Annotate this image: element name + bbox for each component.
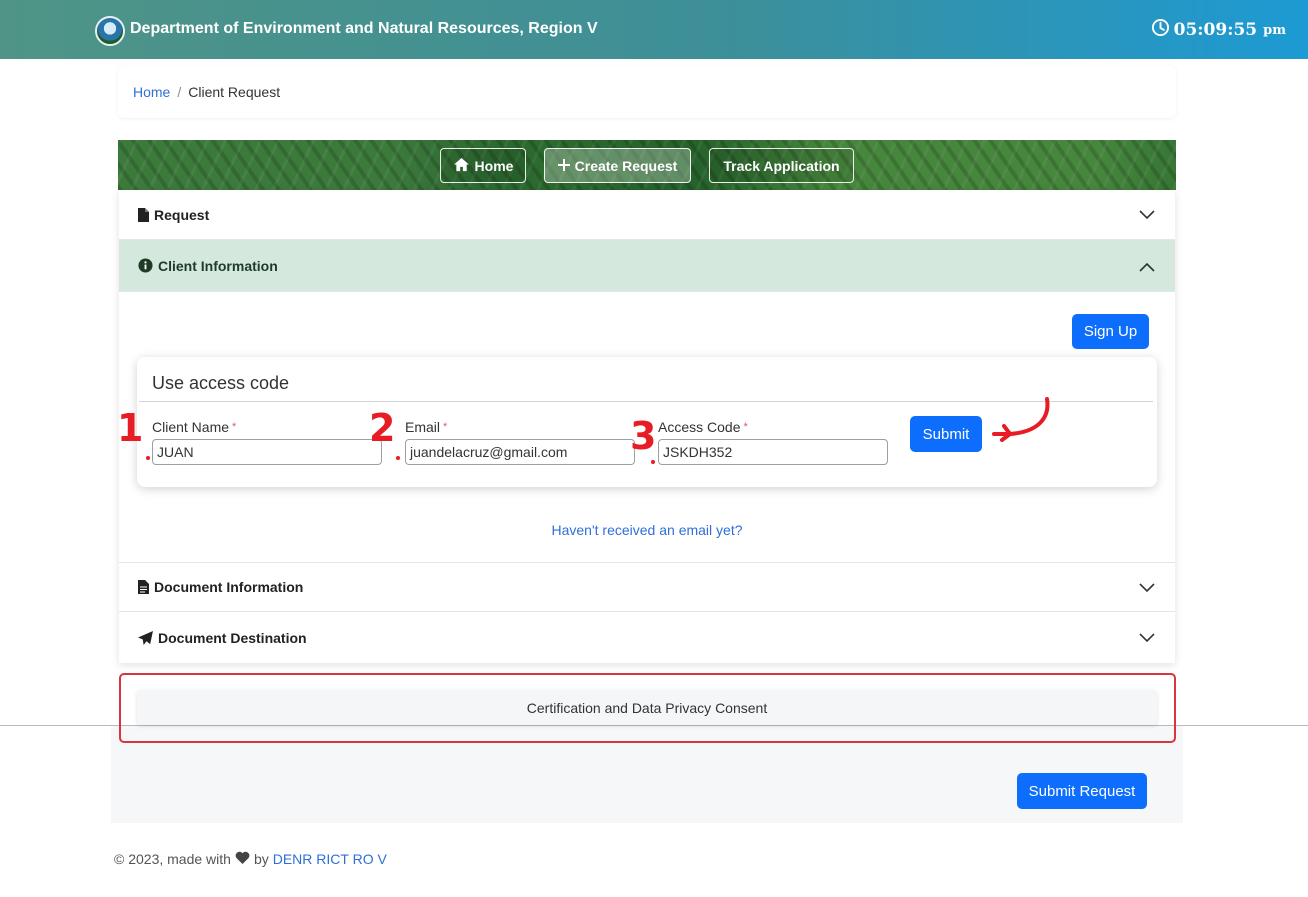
- clock-icon: [1151, 18, 1170, 42]
- access-code-label: Access Code *: [658, 419, 748, 435]
- required-mark: *: [443, 421, 448, 433]
- no-email-received-link[interactable]: Haven't received an email yet?: [119, 522, 1175, 538]
- clock-ampm: pm: [1263, 22, 1286, 38]
- chevron-down-icon: [1139, 207, 1155, 223]
- nav-track-label: Track Application: [723, 157, 840, 174]
- annotation-number-2: 2: [369, 406, 396, 450]
- org-title: Department of Environment and Natural Re…: [130, 20, 598, 37]
- chevron-down-icon: [1139, 630, 1155, 646]
- nav-home-button[interactable]: Home: [440, 148, 526, 183]
- section-document-information-label: Document Information: [154, 579, 304, 595]
- submit-request-button[interactable]: Submit Request: [1017, 773, 1147, 809]
- required-mark: *: [232, 421, 237, 433]
- submit-access-code-button[interactable]: Submit: [910, 416, 982, 452]
- section-request-header[interactable]: Request: [119, 190, 1175, 240]
- nav-create-request-button[interactable]: Create Request: [544, 148, 691, 183]
- annotation-number-3: 3: [630, 414, 657, 458]
- nav-home-label: Home: [474, 157, 514, 174]
- nav-banner: Home Create Request Track Application: [118, 140, 1176, 190]
- sign-up-button[interactable]: Sign Up: [1072, 314, 1149, 349]
- annotation-dot: [396, 456, 400, 460]
- file-text-icon: [138, 580, 149, 594]
- annotation-dot: [146, 456, 150, 460]
- header-clock: 05:09:55 pm: [1151, 18, 1286, 42]
- footer-denr-link[interactable]: DENR RICT RO V: [273, 851, 387, 867]
- breadcrumb-home-link[interactable]: Home: [133, 84, 170, 100]
- email-label: Email *: [405, 419, 447, 435]
- access-code-label-text: Access Code: [658, 419, 741, 435]
- footer-by: by: [253, 851, 269, 867]
- nav-create-label: Create Request: [574, 157, 678, 174]
- client-name-input[interactable]: JUAN: [152, 439, 382, 465]
- required-mark: *: [743, 421, 748, 433]
- client-name-label: Client Name *: [152, 419, 236, 435]
- annotation-arrow-icon: [990, 396, 1052, 451]
- chevron-down-icon: [1139, 580, 1155, 596]
- section-document-information-header[interactable]: Document Information: [119, 562, 1175, 612]
- chevron-up-icon: [1139, 259, 1155, 275]
- page-footer: © 2023, made with by DENR RICT RO V: [114, 851, 387, 867]
- client-name-label-text: Client Name: [152, 419, 230, 435]
- footer-copyright: © 2023, made with: [114, 851, 231, 867]
- paper-plane-icon: [138, 631, 153, 645]
- home-icon: [453, 157, 470, 175]
- clock-time: 05:09:55: [1173, 20, 1258, 40]
- section-document-destination-header[interactable]: Document Destination: [119, 613, 1175, 663]
- breadcrumb: Home / Client Request: [118, 66, 1176, 118]
- nav-track-application-button[interactable]: Track Application: [709, 148, 854, 183]
- top-header: Department of Environment and Natural Re…: [0, 0, 1308, 59]
- breadcrumb-separator: /: [177, 84, 182, 100]
- breadcrumb-current: Client Request: [188, 84, 281, 100]
- section-client-information-header[interactable]: Client Information: [119, 240, 1175, 292]
- email-label-text: Email: [405, 419, 441, 435]
- access-code-card-title: Use access code: [152, 373, 290, 393]
- access-code-input[interactable]: JSKDH352: [658, 439, 888, 465]
- heart-icon: [235, 851, 250, 867]
- email-input[interactable]: juandelacruz@gmail.com: [405, 439, 635, 465]
- certification-consent-toggle[interactable]: Certification and Data Privacy Consent: [137, 690, 1157, 725]
- annotation-dot: [651, 460, 655, 464]
- annotation-number-1: 1: [117, 406, 144, 450]
- denr-logo: [95, 16, 125, 46]
- file-icon: [138, 207, 149, 222]
- section-client-information-label: Client Information: [158, 257, 278, 274]
- plus-icon: [557, 158, 570, 174]
- section-request-label: Request: [154, 206, 210, 223]
- info-circle-icon: [138, 258, 153, 273]
- section-document-destination-label: Document Destination: [158, 630, 307, 646]
